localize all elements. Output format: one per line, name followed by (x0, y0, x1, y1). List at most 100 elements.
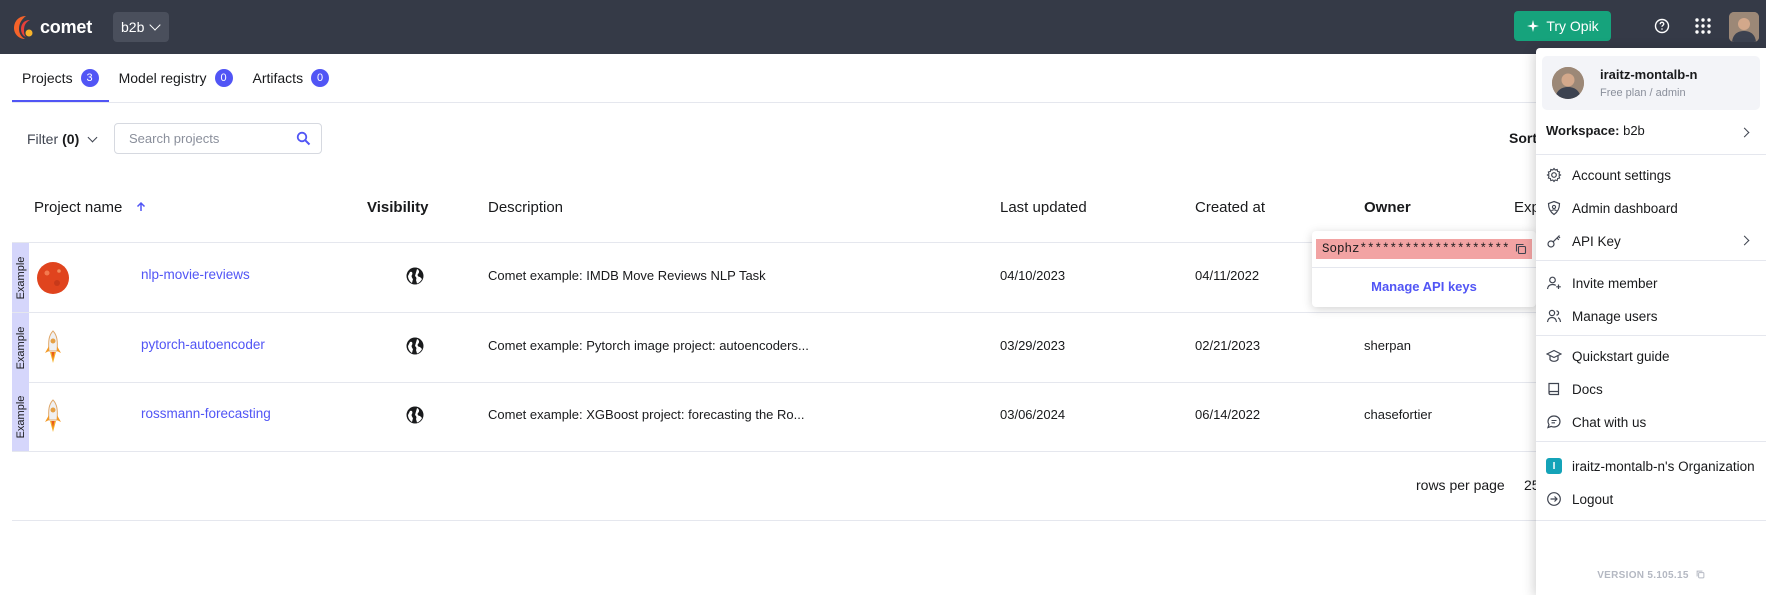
profile-card[interactable]: iraitz-montalb-n Free plan / admin (1542, 56, 1760, 110)
project-name-link[interactable]: nlp-movie-reviews (141, 267, 250, 282)
project-thumbnail (37, 262, 69, 294)
top-navigation-bar: comet b2b Try Opik (0, 0, 1766, 54)
column-header-project-name[interactable]: Project name (34, 199, 147, 216)
column-header-last-updated[interactable]: Last updated (1000, 199, 1087, 216)
organization-badge: I (1546, 458, 1562, 474)
example-tag: Example (12, 243, 29, 312)
workspace-switcher[interactable]: b2b (113, 12, 169, 42)
comet-logo-icon (14, 16, 33, 39)
account-settings-item[interactable]: Account settings (1546, 165, 1671, 185)
globe-icon (406, 337, 424, 355)
tab-label: Model registry (118, 70, 207, 86)
manage-users-item[interactable]: Manage users (1546, 306, 1658, 326)
created-at: 06/14/2022 (1195, 407, 1261, 422)
try-opik-label: Try Opik (1546, 18, 1599, 34)
graduation-cap-icon (1546, 349, 1562, 362)
tab-label: Projects (22, 70, 73, 86)
last-updated: 03/29/2023 (1000, 338, 1066, 353)
user-plus-icon (1546, 276, 1561, 290)
brand-name: comet (40, 16, 93, 37)
search-input[interactable] (129, 131, 289, 146)
count-badge: 0 (214, 69, 233, 87)
users-icon (1546, 309, 1562, 323)
globe-icon (406, 267, 424, 285)
try-opik-button[interactable]: Try Opik (1514, 11, 1611, 41)
search-box (114, 123, 322, 154)
tab-label: Artifacts (252, 70, 304, 86)
tabs-divider (12, 102, 1766, 103)
apps-grid-icon[interactable] (1692, 15, 1714, 37)
organization-item[interactable]: I iraitz-montalb-n's Organization (1546, 456, 1755, 476)
search-icon[interactable] (296, 131, 311, 146)
admin-dashboard-item[interactable]: Admin dashboard (1546, 198, 1678, 218)
invite-member-item[interactable]: Invite member (1546, 273, 1658, 293)
count-badge: 0 (311, 69, 330, 87)
table-row[interactable]: Example pytorch-autoencoder Comet exampl… (12, 313, 1766, 383)
last-updated: 03/06/2024 (1000, 407, 1066, 422)
menu-item-label: API Key (1572, 233, 1621, 249)
api-key-value: Sophz******************** (1322, 242, 1510, 256)
divider (1312, 267, 1536, 268)
project-name-link[interactable]: pytorch-autoencoder (141, 337, 265, 352)
comet-logo[interactable]: comet (12, 10, 92, 44)
created-at: 02/21/2023 (1195, 338, 1261, 353)
menu-item-label: Admin dashboard (1572, 200, 1678, 216)
sort-button[interactable]: Sort (1509, 130, 1537, 146)
copy-icon[interactable] (1696, 570, 1705, 579)
chevron-down-icon (149, 19, 162, 31)
project-name-link[interactable]: rossmann-forecasting (141, 406, 271, 421)
divider (1536, 260, 1766, 261)
logout-item[interactable]: Logout (1546, 489, 1613, 509)
api-key-popover: Sophz******************** Manage API key… (1312, 231, 1536, 307)
owner: sherpan (1364, 338, 1411, 353)
table-row[interactable]: Example rossmann-forecasting Comet examp… (12, 382, 1766, 452)
column-header-created-at[interactable]: Created at (1195, 199, 1265, 216)
chat-with-us-item[interactable]: Chat with us (1546, 412, 1646, 432)
api-key-field[interactable]: Sophz******************** (1316, 239, 1532, 259)
gear-icon (1546, 167, 1562, 183)
filter-button[interactable]: Filter (0) (27, 124, 98, 154)
divider (1536, 520, 1766, 521)
project-description: Comet example: Pytorch image project: au… (488, 338, 809, 353)
plan-role: Free plan / admin (1600, 87, 1686, 99)
tab-model-registry[interactable]: Model registry 0 (109, 54, 243, 102)
avatar (1552, 67, 1584, 99)
menu-item-label: Chat with us (1572, 414, 1647, 430)
logout-icon (1547, 492, 1561, 506)
rocket-thumbnail (45, 399, 61, 432)
tab-artifacts[interactable]: Artifacts 0 (243, 54, 340, 102)
api-key-item[interactable]: API Key (1546, 231, 1621, 251)
book-icon (1548, 382, 1560, 396)
quickstart-guide-item[interactable]: Quickstart guide (1546, 346, 1670, 366)
avatar-image (1729, 12, 1759, 42)
column-header-owner[interactable]: Owner (1364, 199, 1411, 216)
sort-arrow-up-icon (136, 201, 145, 211)
project-description: Comet example: XGBoost project: forecast… (488, 407, 805, 422)
column-header-description[interactable]: Description (488, 199, 563, 216)
manage-api-keys-link[interactable]: Manage API keys (1312, 279, 1536, 294)
workspace-value: b2b (1623, 123, 1645, 138)
copy-icon[interactable] (1515, 243, 1527, 255)
username: iraitz-montalb-n (1600, 67, 1698, 82)
filter-label: Filter (27, 131, 59, 147)
count-badge: 3 (80, 69, 99, 87)
app-version: VERSION 5.105.15 (1536, 570, 1766, 581)
docs-item[interactable]: Docs (1546, 379, 1603, 399)
owner: chasefortier (1364, 407, 1432, 422)
workspace-menu-item[interactable]: Workspace: b2b (1546, 123, 1645, 138)
workspace-label: Workspace: (1546, 123, 1620, 138)
help-icon[interactable] (1651, 15, 1673, 37)
avatar-image (1552, 67, 1584, 99)
tab-projects[interactable]: Projects 3 (12, 54, 109, 102)
rocket-thumbnail (45, 330, 61, 363)
key-icon (1547, 235, 1561, 248)
example-tag: Example (12, 382, 29, 451)
user-avatar-button[interactable] (1729, 12, 1759, 42)
column-header-visibility[interactable]: Visibility (367, 199, 428, 216)
workspace-name: b2b (121, 19, 145, 35)
project-description: Comet example: IMDB Move Reviews NLP Tas… (488, 268, 766, 283)
menu-item-label: Manage users (1572, 308, 1658, 324)
sparkle-icon (1527, 20, 1540, 32)
chevron-right-icon (1739, 235, 1750, 246)
shield-icon (1547, 200, 1561, 216)
